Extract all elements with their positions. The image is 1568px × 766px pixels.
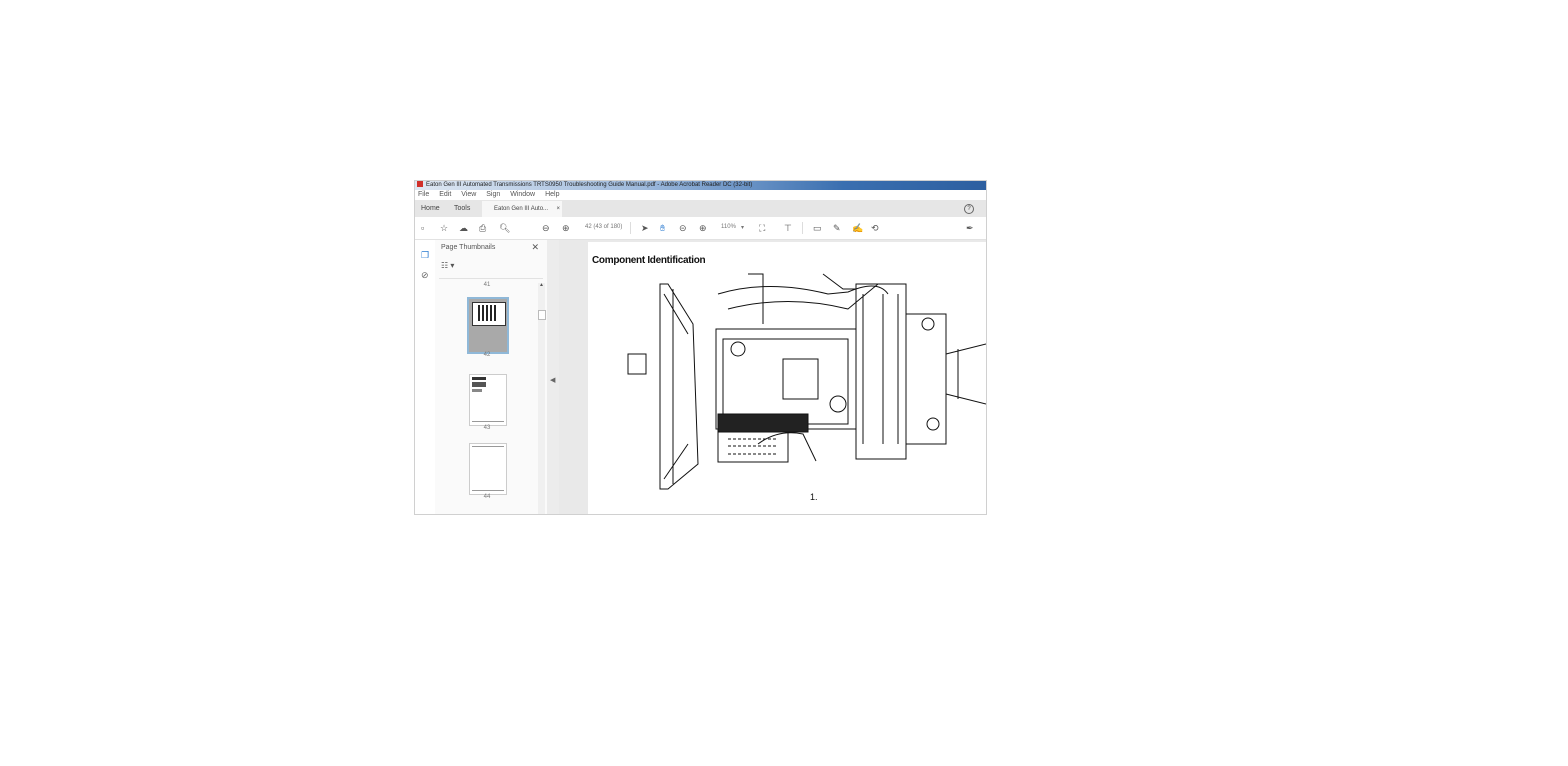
tab-tools[interactable]: Tools <box>454 200 470 217</box>
pdf-page: Component Identification 1. <box>588 242 986 514</box>
tab-close-icon[interactable]: × <box>556 201 560 217</box>
thumbnail-page-label: 41 <box>483 282 491 288</box>
scrollbar-thumb[interactable] <box>538 310 546 320</box>
thumbnail-page-label: 42 <box>483 352 491 358</box>
scroll-mode-icon[interactable]: ⊤ <box>784 223 792 233</box>
page-thumbnails-panel: Page Thumbnails ✕ ☷ ▾ 41 42 43 44 ▲ <box>435 240 547 514</box>
zoom-out-icon[interactable]: ⊝ <box>679 223 687 233</box>
page-thumbnails-icon[interactable]: ❐ <box>421 250 429 261</box>
help-icon[interactable]: ? <box>964 204 974 214</box>
tab-document[interactable]: Eaton Gen III Auto... × <box>482 201 562 217</box>
select-cursor-icon[interactable]: ➤ <box>641 223 649 233</box>
tab-bar: Home Tools Eaton Gen III Auto... × ? <box>415 200 986 217</box>
thumbnail-page-42[interactable] <box>467 297 509 354</box>
menu-view[interactable]: View <box>461 191 476 198</box>
thumbnail-page-44[interactable] <box>469 443 507 495</box>
cloud-upload-icon[interactable]: ☁ <box>459 223 468 233</box>
menu-edit[interactable]: Edit <box>439 191 451 198</box>
stamp-icon[interactable]: ⟲ <box>871 223 879 233</box>
page-number-field[interactable]: 42 (43 of 180) <box>585 224 622 230</box>
next-page-icon[interactable]: ⊕ <box>562 223 570 233</box>
fit-page-icon[interactable]: ⛶ <box>759 223 765 233</box>
divider <box>439 278 543 279</box>
bookmark-star-icon[interactable]: ☆ <box>440 223 448 233</box>
menu-sign[interactable]: Sign <box>486 191 500 198</box>
menu-window[interactable]: Window <box>510 191 535 198</box>
thumbnail-scrollbar[interactable]: ▲ <box>538 282 546 514</box>
menu-file[interactable]: File <box>418 191 429 198</box>
highlight-pen-icon[interactable]: ✎ <box>833 223 841 233</box>
acrobat-window: Eaton Gen III Automated Transmissions TR… <box>414 180 987 515</box>
menu-help[interactable]: Help <box>545 191 559 198</box>
toolbar: ▫ ☆ ☁ ⎙ 🔍︎ ⊖ ⊕ 42 (43 of 180) ➤ ✋︎ ⊝ ⊕ 1… <box>415 217 986 240</box>
panel-splitter[interactable]: ◀ <box>547 240 559 514</box>
zoom-level-dropdown[interactable]: 110% <box>721 224 736 230</box>
panel-title: Page Thumbnails <box>441 244 496 251</box>
callout-label: 1. <box>810 492 818 502</box>
thumbnail-page-43[interactable] <box>469 374 507 426</box>
transmission-diagram <box>627 273 986 490</box>
divider <box>630 222 631 234</box>
print-icon[interactable]: ⎙ <box>479 223 486 233</box>
thumbnail-page-label: 44 <box>483 494 491 500</box>
navigation-pane-icons: ❐ ⊘ <box>415 240 436 514</box>
scroll-up-arrow-icon[interactable]: ▲ <box>539 282 544 288</box>
tab-home[interactable]: Home <box>421 200 440 217</box>
close-panel-icon[interactable]: ✕ <box>531 242 539 253</box>
tab-document-label: Eaton Gen III Auto... <box>494 206 549 212</box>
title-bar: Eaton Gen III Automated Transmissions TR… <box>415 181 986 190</box>
zoom-dropdown-arrow[interactable]: ▾ <box>741 224 744 231</box>
hand-tool-icon[interactable]: ✋︎ <box>660 223 665 233</box>
menu-bar: File Edit View Sign Window Help <box>415 190 986 200</box>
acrobat-logo-icon <box>417 181 423 187</box>
collapse-panel-arrow-icon[interactable]: ◀ <box>550 376 555 384</box>
search-icon[interactable]: 🔍︎ <box>499 223 510 233</box>
save-icon[interactable]: ▫ <box>421 223 424 233</box>
document-view[interactable]: Component Identification 1. <box>559 240 986 514</box>
fill-sign-icon[interactable]: ✍ <box>852 223 863 233</box>
window-title: Eaton Gen III Automated Transmissions TR… <box>426 182 753 188</box>
thumbnail-options-button[interactable]: ☷ ▾ <box>441 261 454 270</box>
previous-page-icon[interactable]: ⊖ <box>542 223 550 233</box>
thumbnail-page-label: 43 <box>483 425 491 431</box>
attachments-paperclip-icon[interactable]: ⊘ <box>421 270 429 281</box>
comment-icon[interactable]: ▭ <box>813 223 822 233</box>
zoom-in-icon[interactable]: ⊕ <box>699 223 707 233</box>
divider <box>802 222 803 234</box>
share-sign-icon[interactable]: ✒ <box>966 223 974 233</box>
